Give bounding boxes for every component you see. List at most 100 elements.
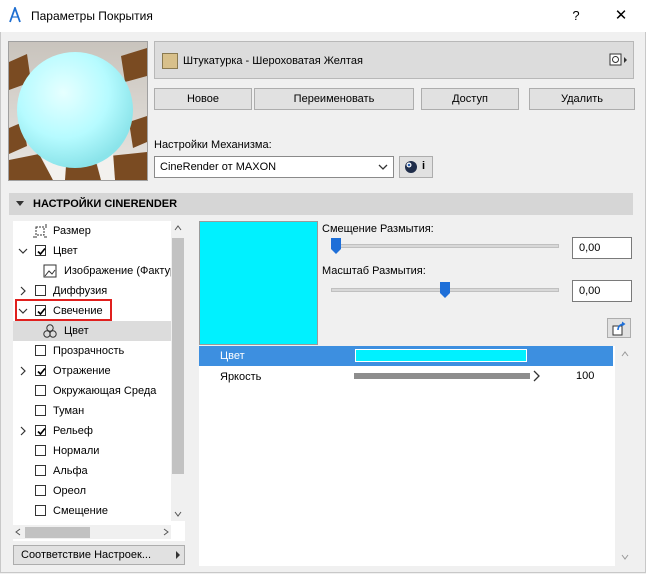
tree-item-label: Смещение (53, 505, 109, 517)
blur-offset-track[interactable] (331, 244, 559, 248)
chevron-up-icon[interactable] (174, 225, 182, 231)
highlight-box (15, 299, 112, 321)
tree-item-label: Размер (53, 225, 91, 237)
tree-item-label: Рельеф (53, 425, 93, 437)
tree-item-fog[interactable]: Туман (13, 401, 171, 421)
chevron-left-icon[interactable] (15, 528, 21, 536)
engine-settings-label: Настройки Механизма: (154, 139, 272, 151)
preview-sphere-icon (9, 42, 147, 180)
match-settings-button[interactable]: Соответствие Настроек... (13, 545, 185, 565)
tree-item-label: Прозрачность (53, 345, 125, 357)
rename-button[interactable]: Переименовать (254, 88, 414, 110)
tree-hscroll-thumb[interactable] (25, 527, 90, 538)
tree-item-label: Ореол (53, 485, 87, 497)
material-name-bar[interactable]: Штукатурка - Шероховатая Желтая (154, 41, 634, 79)
checkbox-unchecked[interactable] (35, 405, 46, 416)
match-settings-label: Соответствие Настроек... (21, 549, 151, 561)
tree-item-normals[interactable]: Нормали (13, 441, 171, 461)
image-icon (43, 264, 57, 278)
tree-item-displacement[interactable]: Смещение (13, 501, 171, 521)
size-icon (33, 224, 47, 238)
tree-item-glow[interactable]: Ореол (13, 481, 171, 501)
property-name: Яркость (220, 371, 262, 383)
color-channel-icon (43, 324, 57, 338)
tree-item-label: Нормали (53, 445, 100, 457)
chevron-right-icon[interactable] (532, 370, 542, 382)
chevron-right-icon[interactable] (18, 366, 28, 376)
tree-item-reflection[interactable]: Отражение (13, 361, 171, 381)
engine-select[interactable]: CineRender от MAXON (154, 156, 394, 178)
tree-item-environment[interactable]: Окружающая Среда (13, 381, 171, 401)
tree-item-label: Туман (53, 405, 85, 417)
refresh-preview-button[interactable] (607, 318, 631, 338)
new-button[interactable]: Новое (154, 88, 252, 110)
chevron-up-icon[interactable] (621, 351, 629, 357)
checkbox-unchecked[interactable] (35, 285, 46, 296)
close-button[interactable]: ✕ (608, 6, 634, 26)
checkbox-checked[interactable] (35, 365, 46, 376)
refresh-icon (612, 321, 626, 336)
luminance-color-preview[interactable] (199, 221, 318, 345)
chevron-right-icon (176, 551, 180, 559)
info-label: i (422, 160, 426, 172)
brightness-value: 100 (576, 370, 595, 382)
access-button[interactable]: Доступ (421, 88, 519, 110)
checkbox-unchecked[interactable] (35, 505, 46, 516)
tree-item-size[interactable]: Размер (13, 221, 171, 241)
checkbox-unchecked[interactable] (35, 465, 46, 476)
tree-item-label: Окружающая Среда (53, 385, 157, 397)
tree-item-label: Цвет (64, 325, 89, 337)
channel-tree[interactable]: Размер Цвет Изображение (Фактура) Диффуз… (13, 221, 185, 541)
tree-item-transparency[interactable]: Прозрачность (13, 341, 171, 361)
engine-info-button[interactable]: i (399, 156, 433, 178)
tree-item-label: Отражение (53, 365, 111, 377)
material-name: Штукатурка - Шероховатая Желтая (183, 55, 363, 67)
checkbox-unchecked[interactable] (35, 445, 46, 456)
blur-scale-label: Масштаб Размытия: (322, 265, 426, 277)
property-name: Цвет (220, 350, 245, 362)
tree-item-diffusion[interactable]: Диффузия (13, 281, 171, 301)
blur-offset-input[interactable]: 0,00 (572, 237, 632, 259)
blur-scale-slider-thumb[interactable] (440, 282, 450, 298)
chevron-down-icon[interactable] (174, 511, 182, 517)
section-title: НАСТРОЙКИ CINERENDER (33, 198, 178, 210)
chevron-down-icon[interactable] (18, 246, 28, 256)
checkbox-checked[interactable] (35, 425, 46, 436)
blur-offset-label: Смещение Размытия: (322, 223, 434, 235)
tree-item-label: Диффузия (53, 285, 108, 297)
help-button[interactable]: ? (565, 6, 587, 26)
tree-item-label: Цвет (53, 245, 78, 257)
tree-scroll-thumb[interactable] (172, 238, 184, 474)
property-scrollbar[interactable] (617, 346, 633, 566)
chevron-down-icon (16, 201, 24, 206)
cinema4d-icon (405, 161, 417, 173)
checkbox-unchecked[interactable] (35, 345, 46, 356)
checkbox-checked[interactable] (35, 245, 46, 256)
tree-item-alpha[interactable]: Альфа (13, 461, 171, 481)
material-menu-icon[interactable] (609, 52, 629, 68)
chevron-down-icon[interactable] (621, 554, 629, 560)
tree-item-bump[interactable]: Рельеф (13, 421, 171, 441)
tree-item-luminance-color[interactable]: Цвет (13, 321, 171, 341)
tree-item-image[interactable]: Изображение (Фактура) (13, 261, 185, 281)
tree-item-label: Изображение (Фактура) (64, 265, 185, 277)
chevron-right-icon[interactable] (163, 528, 169, 536)
tree-item-label: Альфа (53, 465, 88, 477)
checkbox-unchecked[interactable] (35, 485, 46, 496)
chevron-right-icon[interactable] (18, 286, 28, 296)
property-table[interactable] (199, 346, 615, 566)
property-row-color[interactable]: Цвет (199, 346, 613, 366)
section-header[interactable]: НАСТРОЙКИ CINERENDER (9, 193, 633, 215)
delete-button[interactable]: Удалить (529, 88, 635, 110)
property-color-swatch[interactable] (355, 349, 527, 362)
chevron-down-icon (378, 164, 388, 170)
engine-select-value: CineRender от MAXON (160, 161, 277, 173)
blur-scale-input[interactable]: 0,00 (572, 280, 632, 302)
checkbox-unchecked[interactable] (35, 385, 46, 396)
material-preview (8, 41, 148, 181)
chevron-right-icon[interactable] (18, 426, 28, 436)
window-title: Параметры Покрытия (31, 9, 153, 23)
brightness-bar[interactable] (354, 373, 530, 379)
tree-item-color[interactable]: Цвет (13, 241, 171, 261)
blur-offset-slider-thumb[interactable] (331, 238, 341, 254)
